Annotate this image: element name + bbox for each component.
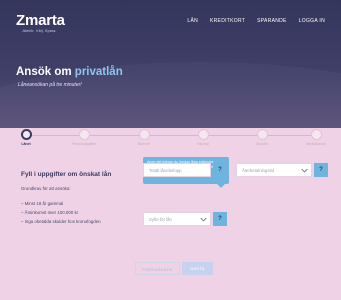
step-dot-icon [20,129,32,140]
requirement-item: – Inga obetalda skulder hos kronofogden [21,219,101,224]
requirements-intro: Grundkrav för att ansöka: [21,186,71,191]
step-label: Boende [137,142,151,146]
loan-purpose-placeholder: Syfte för lån [149,217,172,222]
hero-banner: Zmarta Jämför. Välj. Spara. LÅN KREDITKO… [0,0,341,128]
step-medsokande[interactable]: Medsökande [298,129,334,146]
brand-logo[interactable]: Zmarta Jämför. Välj. Spara. [16,13,65,33]
step-dot-icon [78,129,90,140]
step-personuppgifter[interactable]: Personuppgifter [66,129,102,146]
progress-stepper: Lånet Personuppgifter Boende Inkomst Sku… [0,128,341,150]
step-dot-icon [197,129,209,140]
step-label: Medsökande [305,142,327,146]
loan-purpose-help-button[interactable]: ? [213,212,227,226]
page-title-accent: privatlån [74,66,123,78]
step-label: Personuppgifter [71,142,97,146]
nav-item-lan[interactable]: LÅN [187,18,198,24]
loan-purpose-select[interactable]: Syfte för lån [143,212,211,226]
step-inkomst[interactable]: Inkomst [185,129,221,146]
loan-amount-input[interactable]: Totalt lånebelopp [143,163,211,177]
form-title: Fyll i uppgifter om önskat lån [21,171,112,178]
page-subtitle: Låneansökan på tre minuter! [18,82,82,88]
next-button[interactable]: NÄSTA [182,262,213,275]
chevron-down-icon [200,217,207,222]
step-skulder[interactable]: Skulder [244,129,280,146]
step-label: Lånet [21,142,31,146]
requirements-list: – Minst 18 år gammal – Årsinkomst över 1… [21,201,101,228]
requirement-item: – Minst 18 år gammal [21,201,64,206]
previous-button[interactable]: FÖREGÅENDE [135,262,180,275]
nav-item-kreditkort[interactable]: KREDITKORT [210,18,245,24]
repayment-term-help-button[interactable]: ? [314,163,328,177]
page-title: Ansök om privatlån [16,66,123,78]
main-nav: LÅN KREDITKORT SPARANDE LOGGA IN [175,18,325,24]
nav-item-sparande[interactable]: SPARANDE [257,18,287,24]
step-lanet[interactable]: Lånet [8,129,44,146]
step-dot-icon [256,129,268,140]
step-label: Inkomst [196,142,210,146]
step-dot-icon [310,129,322,140]
loan-amount-placeholder: Totalt lånebelopp [149,168,182,173]
brand-name: Zmarta [16,12,65,29]
step-dot-icon [138,129,150,140]
page-title-prefix: Ansök om [16,66,72,78]
requirement-item: – Årsinkomst över 100.000 kr [21,210,79,215]
repayment-term-placeholder: Återbetalningstid [242,168,275,173]
brand-tagline: Jämför. Välj. Spara. [22,29,57,33]
step-boende[interactable]: Boende [126,129,162,146]
nav-item-logga-in[interactable]: LOGGA IN [299,18,325,24]
repayment-term-select[interactable]: Återbetalningstid [236,163,312,177]
chevron-down-icon [301,168,308,173]
loan-amount-help-button[interactable]: ? [213,163,227,177]
step-label: Skulder [256,142,268,146]
